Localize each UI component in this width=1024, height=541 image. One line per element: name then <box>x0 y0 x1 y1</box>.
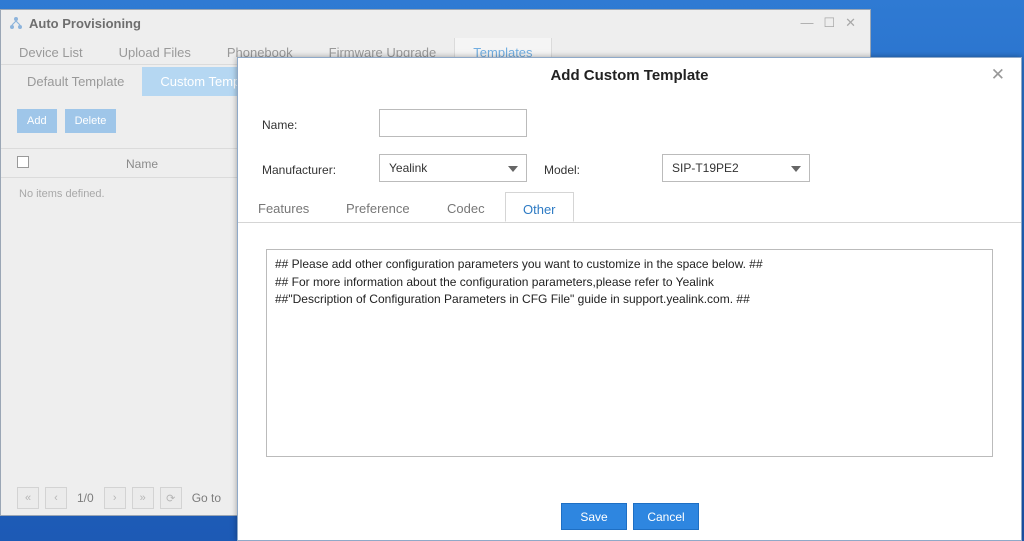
tab-features[interactable]: Features <box>258 201 309 216</box>
tab-preference[interactable]: Preference <box>346 201 410 216</box>
add-custom-template-dialog: Add Custom Template ✕ Name: Manufacturer… <box>237 57 1022 541</box>
model-value: SIP-T19PE2 <box>672 161 739 175</box>
dialog-title: Add Custom Template <box>550 67 709 84</box>
model-label: Model: <box>544 163 581 177</box>
manufacturer-value: Yealink <box>389 161 428 175</box>
save-button[interactable]: Save <box>561 503 627 530</box>
tab-codec[interactable]: Codec <box>447 201 485 216</box>
manufacturer-label: Manufacturer: <box>262 163 337 177</box>
dialog-tabs: Features Preference Codec Other <box>238 192 1021 223</box>
model-select[interactable]: SIP-T19PE2 <box>662 154 810 182</box>
name-input[interactable] <box>379 109 527 137</box>
chevron-down-icon <box>508 166 518 172</box>
chevron-down-icon <box>791 166 801 172</box>
manufacturer-select[interactable]: Yealink <box>379 154 527 182</box>
cancel-button[interactable]: Cancel <box>633 503 699 530</box>
tab-other[interactable]: Other <box>505 192 574 222</box>
name-label: Name: <box>262 118 298 132</box>
other-config-textarea[interactable]: ## Please add other configuration parame… <box>266 249 993 457</box>
dialog-close-icon[interactable]: ✕ <box>991 65 1005 85</box>
